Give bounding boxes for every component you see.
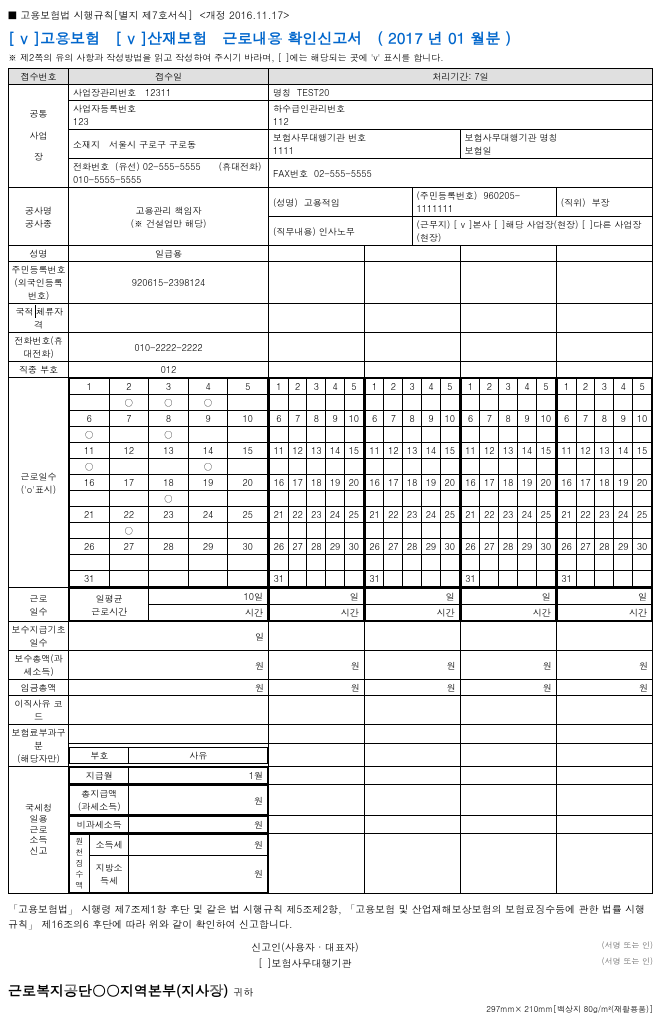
tel-cell: 전화번호 (유선) 02-555-5555 (휴대전화) 010-5555-55… xyxy=(69,159,269,188)
prrn-l: 주민등록번호 (외국인등록번호) xyxy=(9,262,69,304)
org-line: 근로복지공단○○지역본부(지사장) 귀하 xyxy=(8,980,653,1000)
ptel-l: 전화번호(휴대전화) xyxy=(9,333,69,362)
mgr-job: (직무내용) 인사노무 xyxy=(269,217,413,246)
rev-date: <개정 2016.11.17> xyxy=(199,8,289,22)
basedays-l: 보수지급기초일수 xyxy=(9,622,69,651)
ptel: 010-2222-2222 xyxy=(69,333,269,362)
calendar-5: 12345 678910 1112131415 1617181920 21222… xyxy=(557,378,652,587)
title-d: ( 2017 년 01 월분 ) xyxy=(377,28,511,49)
calendar-1: 12345 ○○○ 678910 ○○ 1112131415 ○○ 161718… xyxy=(69,378,268,587)
wd-cell: 근로일수 xyxy=(9,588,69,622)
period-l: 처리기간: 7일 xyxy=(269,69,653,85)
note: ※ 제2쪽의 유의 사항과 작성방법을 읽고 작성하여 주시기 바라며, [ ]… xyxy=(8,51,653,64)
fax-cell: FAX번호 02-555-5555 xyxy=(269,159,653,188)
wagetot-l: 임금총액 xyxy=(9,680,69,696)
pname-l: 성명 xyxy=(9,246,69,262)
loc-cell: 소재지 서울시 구로구 구로동 xyxy=(69,130,269,159)
main-table: 접수번호 접수일 처리기간: 7일 공통사업장 사업장관리번호 12311 명칭… xyxy=(8,68,653,894)
common-l: 공통사업장 xyxy=(9,85,69,188)
leave-l: 이직사유 코드 xyxy=(9,696,69,725)
prrn: 920615-2398124 xyxy=(69,262,269,304)
mgr-l: 고용관리 책임자 (※ 건설업만 해당) xyxy=(69,188,269,246)
paper-spec: 297mm× 210mm[백상지 80g/m²(재활용품)] xyxy=(8,1004,653,1015)
job-l: 직종 부호 xyxy=(9,362,69,378)
bizmgr-cell: 사업장관리번호 12311 xyxy=(69,85,269,101)
footer-text: 「고용보험법」 시행령 제7조제1항 후단 및 같은 법 시행규칙 제5조제2항… xyxy=(8,902,653,932)
title-a: [ v ]고용보험 xyxy=(8,28,100,49)
sign-row-2: [ ]보험사무대행기관(서명 또는 인) xyxy=(8,956,653,970)
title-c: 근로내용 확인신고서 xyxy=(222,28,362,49)
nat-row: 국적체류자격 xyxy=(9,304,69,333)
total-l: 보수총액(과세소득) xyxy=(9,651,69,680)
form-header: ■ 고용보험법 시행규칙[별지 제7호서식] <개정 2016.11.17> xyxy=(8,8,653,22)
bizreg-cell: 사업자등록번호123 xyxy=(69,101,269,130)
job: 012 xyxy=(69,362,269,378)
co-cell: 공사명공사종 xyxy=(9,188,69,246)
agentno-cell: 보험사무대행기관 번호1111 xyxy=(269,130,461,159)
name-cell: 명칭 TEST20 xyxy=(269,85,653,101)
title-b: [ v ]산재보험 xyxy=(115,28,207,49)
calendar-4: 12345 678910 1112131415 1617181920 21222… xyxy=(461,378,556,587)
workdays-l: 근로일수 ('o'표시) xyxy=(9,378,69,588)
sub-cell: 하수급인관리번호112 xyxy=(269,101,653,130)
mgr-nm: (성명) 고용적임 xyxy=(269,188,413,217)
mgr-rrn: (주민등록번호) 960205-1111111 xyxy=(412,188,556,217)
sign-row-1: 신고인(사용자 · 대표자)(서명 또는 인) xyxy=(8,940,653,954)
recno-l: 접수번호 xyxy=(9,69,69,85)
ins-l: 보험료부과구분 (해당자만) xyxy=(9,725,69,767)
form-id: ■ 고용보험법 시행규칙[별지 제7호서식] xyxy=(8,8,193,22)
title: [ v ]고용보험 [ v ]산재보험 근로내용 확인신고서 ( 2017 년 … xyxy=(8,28,653,49)
mgr-pos: (직위) 부장 xyxy=(556,188,652,217)
agentnm-cell: 보험사무대행기관 명칭보험일 xyxy=(460,130,652,159)
calendar-2: 12345 678910 1112131415 1617181920 21222… xyxy=(269,378,364,587)
tax-l: 국세청 일용 근로 소득 신고 xyxy=(9,767,69,894)
calendar-3: 12345 678910 1112131415 1617181920 21222… xyxy=(365,378,460,587)
recdate-l: 접수일 xyxy=(69,69,269,85)
mgr-wp: (근무지) [ v ]본사 [ ]해당 사업장(현장) [ ]다른 사업장(현장… xyxy=(412,217,652,246)
pname: 일급용 xyxy=(69,246,269,262)
